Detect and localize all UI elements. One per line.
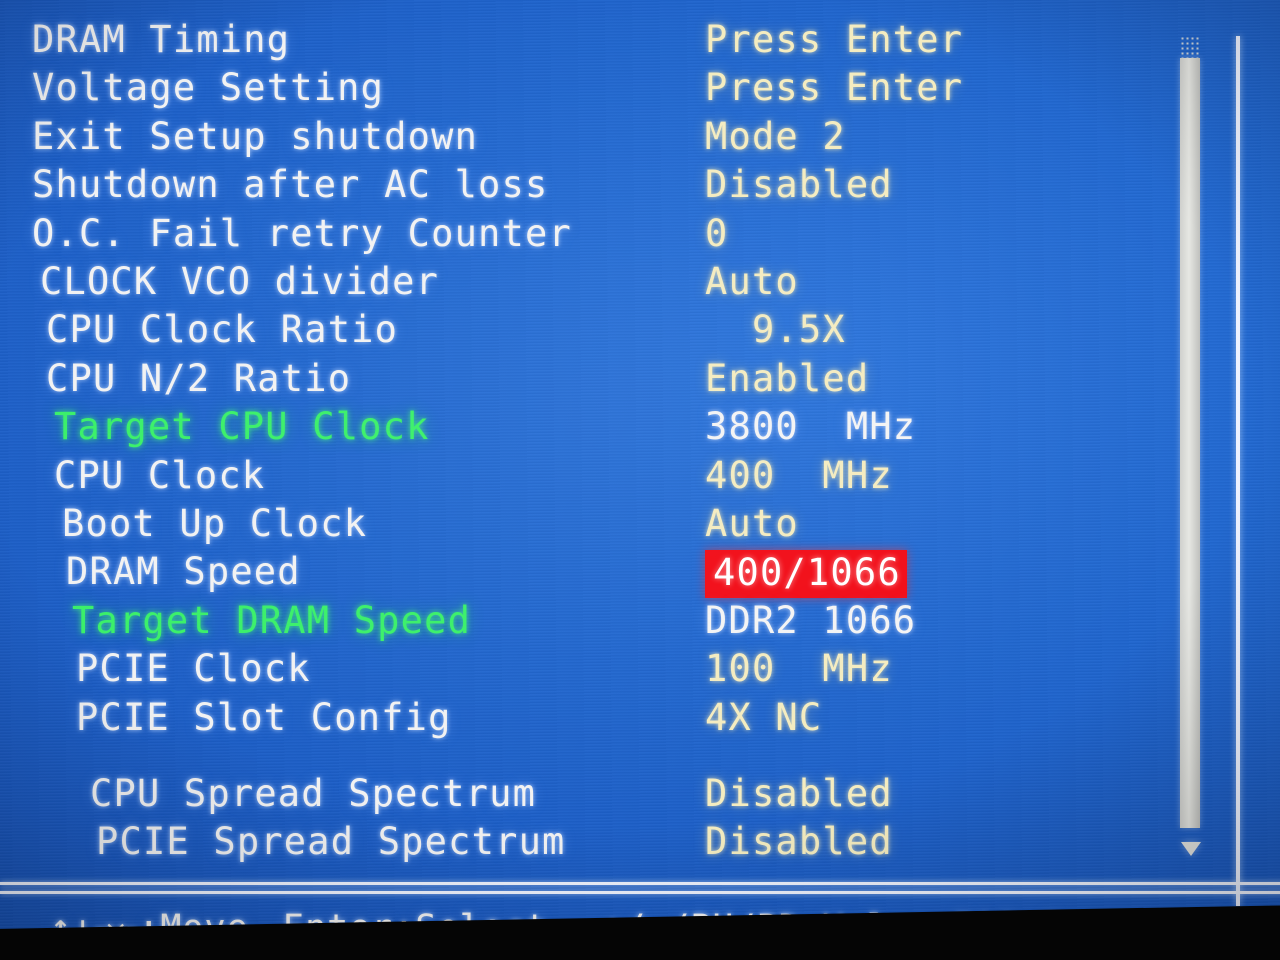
option-value[interactable]: Press Enter [705, 64, 963, 112]
bios-option-row[interactable]: Target DRAM Speed DDR2 1066 [40, 597, 1170, 645]
bios-option-row[interactable]: PCIE Slot Config 4X NC [40, 694, 1170, 742]
scrollbar-thumb[interactable] [1180, 58, 1200, 828]
option-label: PCIE Clock [76, 647, 311, 691]
bios-option-row[interactable]: CPU Clock 400 MHz [40, 452, 1170, 500]
option-label: CPU Clock Ratio [46, 308, 399, 352]
option-value[interactable]: Enabled [705, 355, 869, 403]
option-value[interactable]: Press Enter [705, 16, 963, 64]
option-value[interactable]: 3800 MHz [705, 403, 916, 451]
option-label: Boot Up Clock [62, 502, 368, 545]
option-label: CPU Spread Spectrum [90, 772, 537, 815]
option-label: PCIE Spread Spectrum [96, 820, 566, 864]
bios-option-row[interactable]: Boot Up Clock Auto [40, 500, 1170, 548]
bios-option-row[interactable]: PCIE Clock 100 MHz [40, 645, 1170, 693]
bios-option-row[interactable]: DRAM Speed 400/1066 [40, 548, 1170, 599]
option-value-selected[interactable]: 400/1066 [705, 550, 907, 599]
bios-screen-photo: DRAM Timing Press Enter Voltage Setting Pre… [0, 0, 1280, 960]
bios-option-row[interactable]: DRAM Timing Press Enter [32, 16, 1170, 64]
scrollbar-track-texture [1180, 36, 1200, 58]
bios-option-row[interactable]: O.C. Fail retry Counter 0 [32, 210, 1170, 258]
vertical-scrollbar[interactable] [1180, 36, 1201, 880]
option-label: Voltage Setting [32, 66, 385, 110]
bios-option-row[interactable]: Voltage Setting Press Enter [32, 64, 1170, 112]
option-label: PCIE Slot Config [76, 695, 452, 739]
option-value[interactable]: Disabled [705, 770, 893, 818]
bios-option-row[interactable]: Exit Setup shutdown Mode 2 [32, 113, 1170, 161]
bios-setup-page: DRAM Timing Press Enter Voltage Setting Pre… [0, 18, 1280, 960]
option-value[interactable]: Mode 2 [705, 113, 846, 161]
separator-line-top [0, 882, 1280, 885]
option-label: Target DRAM Speed [72, 598, 472, 642]
option-value[interactable]: 100 MHz [705, 645, 893, 693]
triangle-down-icon[interactable] [1181, 842, 1201, 856]
option-label: CPU Clock [54, 453, 266, 497]
option-value[interactable]: 9.5X [705, 306, 846, 354]
option-value[interactable]: Disabled [705, 818, 893, 866]
bios-option-row[interactable]: Shutdown after AC loss Disabled [32, 161, 1170, 209]
bios-option-row[interactable]: CPU Clock Ratio 9.5X [40, 306, 1170, 354]
option-label: CPU N/2 Ratio [46, 356, 352, 400]
option-label: DRAM Timing [32, 18, 291, 61]
option-value[interactable]: Auto [705, 258, 799, 306]
option-label: O.C. Fail retry Counter [32, 211, 572, 255]
status-separator [0, 882, 1280, 894]
option-label: Exit Setup shutdown [32, 114, 479, 158]
bios-option-row[interactable]: Target CPU Clock 3800 MHz [40, 403, 1170, 451]
option-value[interactable]: Auto [705, 500, 799, 548]
bios-option-row[interactable]: CLOCK VCO divider Auto [40, 258, 1170, 306]
option-label: CLOCK VCO divider [40, 260, 440, 303]
bios-option-row[interactable]: CPU N/2 Ratio Enabled [40, 355, 1170, 403]
option-value[interactable]: 400 MHz [705, 452, 893, 500]
option-value[interactable]: DDR2 1066 [705, 597, 916, 645]
option-label: Shutdown after AC loss [32, 163, 549, 207]
option-value[interactable]: Disabled [705, 161, 893, 209]
separator-line-bottom [0, 891, 1280, 894]
panel-right-border [1236, 36, 1240, 906]
option-value[interactable]: 0 [705, 210, 728, 258]
option-label: DRAM Speed [66, 550, 301, 594]
bios-option-row[interactable]: CPU Spread Spectrum Disabled [40, 770, 1170, 818]
option-value[interactable]: 4X NC [705, 694, 822, 742]
option-label: Target CPU Clock [54, 405, 430, 449]
bios-option-row[interactable]: PCIE Spread Spectrum Disabled [40, 818, 1170, 866]
